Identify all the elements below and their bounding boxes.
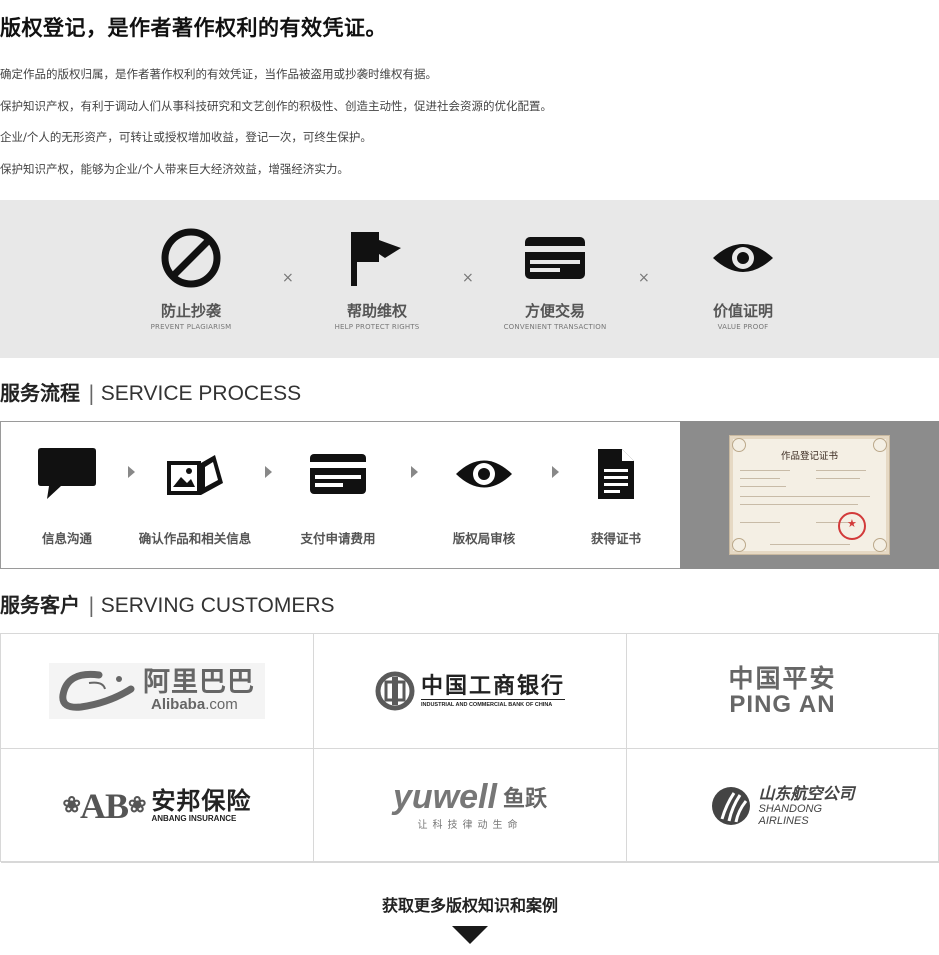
process-heading: 服务流程 | SERVICE PROCESS [0,377,301,406]
step-label: 获得证书 [590,531,641,546]
value-subtitle: VALUE PROOF [717,323,769,331]
logo-zh: 山东航空公司 [758,783,855,803]
logo-zh: 鱼跃 [502,787,547,812]
step-label: 支付申请费用 [300,531,376,546]
value-separator: × [282,270,294,286]
value-help-protect: 帮助维权 HELP PROTECT RIGHTS [302,224,452,331]
photos-icon [125,444,265,504]
page-title: 版权登记，是作者著作权利的有效凭证。 [0,16,387,40]
value-subtitle: HELP PROTECT RIGHTS [334,323,420,331]
logo-tagline: 让科技律动生命 [417,820,523,831]
certificate-line [770,544,850,545]
logo-zh: 安邦保险 [151,787,252,815]
customer-pingan: 中国平安 PING AN [627,634,939,749]
logo-zh: 阿里巴巴 [143,667,255,698]
more-cases-link[interactable]: 获取更多版权知识和案例 [350,892,590,944]
customer-anbang: ❀AB❀ 安邦保险 ANBANG INSURANCE [1,749,314,863]
benefit-item: 保护知识产权，能够为企业/个人带来巨大经济效益，增强经济实力。 [0,161,349,176]
value-name: 帮助维权 [346,302,407,320]
value-band: 防止抄袭 PREVENT PLAGIARISM × 帮助维权 HELP PROT… [0,200,939,358]
eye-icon [668,224,818,292]
value-value-proof: 价值证明 VALUE PROOF [668,224,818,331]
customer-shandong-airlines: 山东航空公司 SHANDONG AIRLINES [627,749,939,863]
certificate-line [740,478,780,479]
certificate-line [816,478,860,479]
value-subtitle: CONVENIENT TRANSACTION [503,323,607,331]
value-name: 价值证明 [712,302,773,320]
process-step-pay: 支付申请费用 [268,444,408,547]
logo-zh: 中国工商银行 [420,673,565,699]
certificate-line [740,504,858,505]
prohibited-icon [116,224,266,292]
icbc-logo-icon: 中国工商银行 INDUSTRIAL AND COMMERCIAL BANK OF… [375,671,565,711]
certificate-title: 作品登记证书 [780,451,838,462]
logo-en-line1: SHANDONG [758,802,823,815]
value-name: 方便交易 [524,302,585,320]
shandong-airlines-logo-icon: 山东航空公司 SHANDONG AIRLINES [710,783,855,827]
certificate-line [740,470,790,471]
benefit-item: 企业/个人的无形资产，可转让或授权增加收益，登记一次，可终生保护。 [0,130,372,144]
customer-logo-grid: 阿里巴巴 Alibaba.com 中国工商银行 INDUSTRIAL AND C… [0,633,939,863]
heading-en: SERVICE PROCESS [100,382,302,405]
logo-en: ANBANG INSURANCE [151,814,237,823]
certificate-line [740,496,870,497]
certificate-line [816,470,866,471]
benefit-item: 保护知识产权，有利于调动人们从事科技研究和文艺创作的积极性、创造主动性，促进社会… [0,98,552,113]
certificate-panel: 作品登记证书 [680,421,939,569]
process-step-review: 版权局审核 [414,444,554,547]
certificate-seal-icon [838,512,866,540]
logo-en: yuwell [393,778,497,816]
certificate-ornament [873,538,887,552]
card-icon [268,444,408,504]
step-label: 信息沟通 [41,531,92,546]
step-label: 版权局审核 [452,531,516,546]
logo-en-suffix: .com [205,696,238,713]
certificate-line [740,486,786,487]
heading-divider: | [88,381,95,405]
benefit-list: 确定作品的版权归属，是作者著作权利的有效凭证，当作品被盗用或抄袭时维权有据。 保… [0,66,939,192]
logo-en: Alibaba [151,696,206,713]
pingan-logo-icon: 中国平安 PING AN [728,665,836,717]
value-convenient-transaction: 方便交易 CONVENIENT TRANSACTION [480,224,630,331]
certificate-image: 作品登记证书 [729,435,890,555]
yuwell-logo-icon: yuwell 鱼跃 让科技律动生命 [393,780,547,831]
eye-icon [414,444,554,504]
more-cases-label[interactable]: 获取更多版权知识和案例 [350,892,590,916]
anbang-logo-icon: ❀AB❀ 安邦保险 ANBANG INSURANCE [63,785,252,827]
value-prevent-plagiarism: 防止抄袭 PREVENT PLAGIARISM [116,224,266,331]
alibaba-logo-icon: 阿里巴巴 Alibaba.com [49,663,265,719]
logo-zh: 中国平安 [728,664,837,693]
logo-en: PING AN [729,691,836,718]
triangle-down-icon[interactable] [452,926,488,944]
logo-en: INDUSTRIAL AND COMMERCIAL BANK OF CHINA [420,698,565,708]
step-label: 确认作品和相关信息 [138,531,252,546]
value-subtitle: PREVENT PLAGIARISM [150,323,232,331]
heading-zh: 服务流程 [0,381,80,405]
logo-en-line2: AIRLINES [758,814,809,827]
value-separator: × [638,270,650,286]
benefit-item: 确定作品的版权归属，是作者著作权利的有效凭证，当作品被盗用或抄袭时维权有据。 [0,67,437,81]
process-step-certificate: 获得证书 [546,444,686,547]
heading-zh: 服务客户 [0,593,80,617]
certificate-line [740,522,780,523]
customers-heading: 服务客户 | SERVING CUSTOMERS [0,589,335,618]
certificate-ornament [732,538,746,552]
flag-icon [302,224,452,292]
process-step-confirm: 确认作品和相关信息 [125,444,265,547]
document-icon [546,444,686,504]
value-separator: × [462,270,474,286]
customer-icbc: 中国工商银行 INDUSTRIAL AND COMMERCIAL BANK OF… [314,634,627,749]
wheat-right-icon: ❀ [128,791,146,817]
heading-en: SERVING CUSTOMERS [100,594,335,617]
card-icon [480,224,630,292]
process-step-communicate: 信息沟通 [0,444,137,547]
chat-icon [0,444,137,504]
value-name: 防止抄袭 [160,302,221,320]
logo-mark: AB [79,785,129,826]
customer-alibaba: 阿里巴巴 Alibaba.com [1,634,314,749]
heading-divider: | [88,593,95,617]
customer-yuwell: yuwell 鱼跃 让科技律动生命 [314,749,627,863]
wheat-left-icon: ❀ [62,791,81,817]
